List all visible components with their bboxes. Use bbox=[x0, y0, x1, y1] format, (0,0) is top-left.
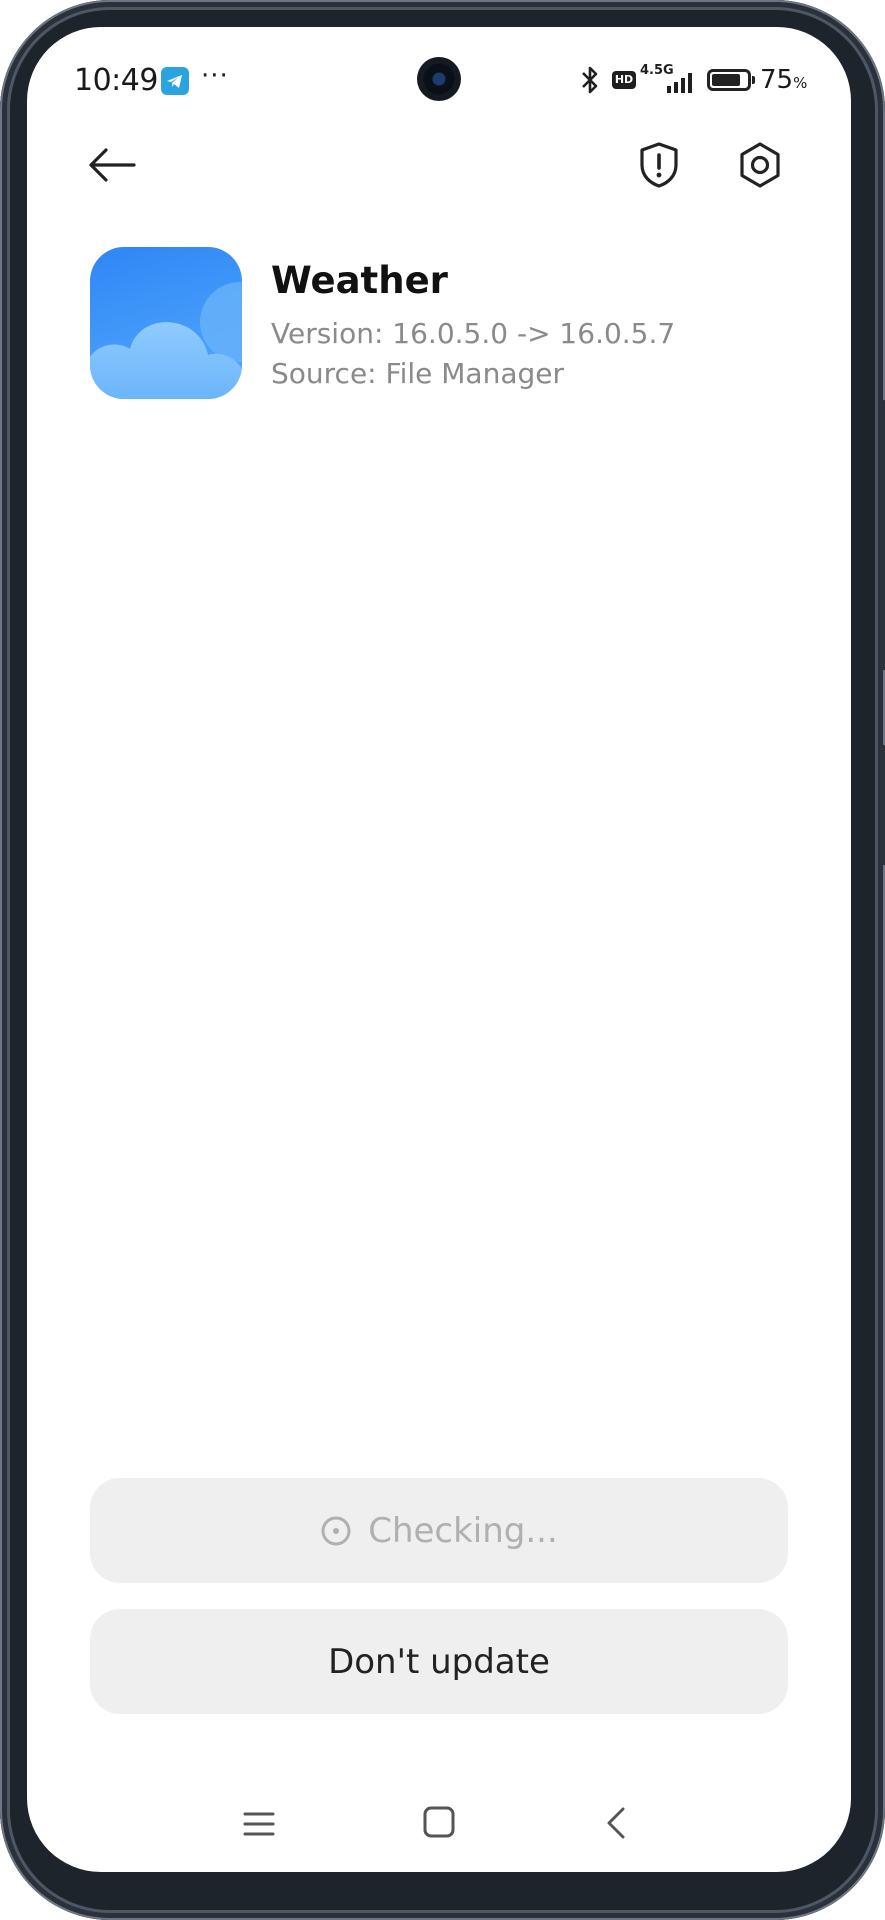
loading-spinner-icon bbox=[321, 1516, 351, 1545]
power-button bbox=[879, 745, 885, 865]
front-camera bbox=[417, 57, 461, 101]
weather-cloud-icon bbox=[90, 247, 242, 399]
telegram-icon bbox=[161, 67, 189, 95]
app-source: Source: File Manager bbox=[271, 357, 564, 390]
settings-button[interactable] bbox=[732, 137, 788, 193]
app-version: Version: 16.0.5.0 -> 16.0.5.7 bbox=[271, 317, 676, 350]
app-name: Weather bbox=[271, 259, 448, 302]
home-button[interactable] bbox=[422, 1805, 456, 1839]
shield-alert-icon bbox=[640, 142, 678, 188]
status-bar: 10:49 ··· HD 4.5G 75% bbox=[27, 27, 851, 137]
home-icon bbox=[423, 1806, 455, 1838]
dont-update-button[interactable]: Don't update bbox=[90, 1609, 788, 1714]
battery-icon bbox=[707, 69, 751, 91]
back-button[interactable] bbox=[77, 137, 147, 193]
signal-icon bbox=[667, 71, 697, 93]
recents-button[interactable] bbox=[242, 1809, 276, 1839]
back-icon bbox=[607, 1807, 625, 1839]
battery-cap bbox=[752, 76, 755, 84]
more-notifications-icon: ··· bbox=[201, 61, 229, 91]
battery-level: 75% bbox=[760, 65, 808, 95]
status-time: 10:49 bbox=[74, 63, 158, 98]
bluetooth-icon bbox=[579, 64, 601, 96]
hd-badge: HD bbox=[612, 71, 636, 89]
menu-icon bbox=[243, 1812, 275, 1836]
dont-update-label: Don't update bbox=[328, 1641, 550, 1682]
weather-app-icon bbox=[90, 247, 242, 399]
back-arrow-icon bbox=[89, 148, 136, 182]
security-scan-button[interactable] bbox=[631, 137, 687, 193]
navigation-bar bbox=[27, 1797, 851, 1867]
volume-button bbox=[879, 400, 885, 670]
screen: 10:49 ··· HD 4.5G 75% Weather Version: 1… bbox=[27, 27, 851, 1872]
checking-label: Checking... bbox=[368, 1510, 558, 1551]
checking-button: Checking... bbox=[90, 1478, 788, 1583]
system-back-button[interactable] bbox=[603, 1805, 629, 1841]
settings-icon bbox=[740, 142, 780, 188]
